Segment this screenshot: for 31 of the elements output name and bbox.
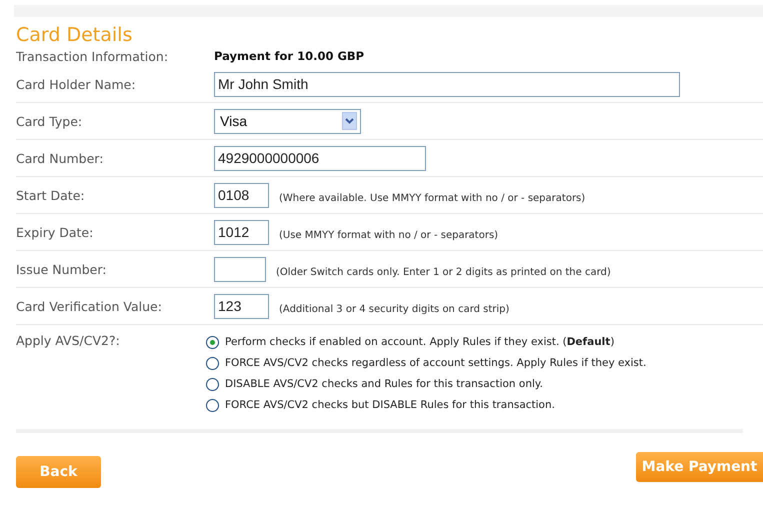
field-label: Transaction Information: [16,48,170,64]
field-label: Card Verification Value: [16,298,163,314]
caret-icon [342,112,357,130]
hint-text: (Older Switch cards only. Enter 1 or 2 digits as printed on the card) [276,266,611,278]
input-field[interactable]: 4929000000006 [214,146,426,170]
radio-button[interactable] [206,378,219,391]
hint-text: (Additional 3 or 4 security digits on card strip) [279,304,510,314]
field-label: Issue Number: [16,262,108,276]
input-field[interactable] [214,256,266,282]
section-title: Card Details [16,24,134,46]
option-text: DISABLE AVS/CV2 checks and Rules for this transaction only. [225,377,543,392]
radio-button[interactable] [206,336,219,349]
transaction-amount: Payment for 10.00 GBP [214,49,364,63]
field-label: Start Date: [16,188,86,202]
input-field[interactable]: 123 [214,294,269,318]
input-field[interactable]: 0108 [214,182,269,208]
card-type-dropdown[interactable]: Visa [214,108,361,134]
radio-button[interactable] [206,399,219,412]
option-text: FORCE AVS/CV2 checks regardless of account settings. Apply Rules if they exist. [225,356,646,371]
hint-text: (Where available. Use MMYY format with no / or - separators) [279,192,586,204]
radio-button[interactable] [206,357,219,370]
field-label: Expiry Date: [16,224,94,240]
option-text: Perform checks if enabled on account. Apply Rules if they exist. (Default) [225,335,614,350]
field-label: Card Number: [16,150,104,166]
option-text: FORCE AVS/CV2 checks but DISABLE Rules for this transaction. [225,398,555,413]
input-field[interactable]: Mr John Smith [214,72,680,96]
field-label: Card Holder Name: [16,76,137,92]
input-field[interactable]: 1012 [214,220,269,244]
field-label: Card Type: [16,114,84,128]
field-label: Apply AVS/CV2?: [16,333,121,348]
hint-text: (Use MMYY format with no / or - separators) [279,230,498,240]
